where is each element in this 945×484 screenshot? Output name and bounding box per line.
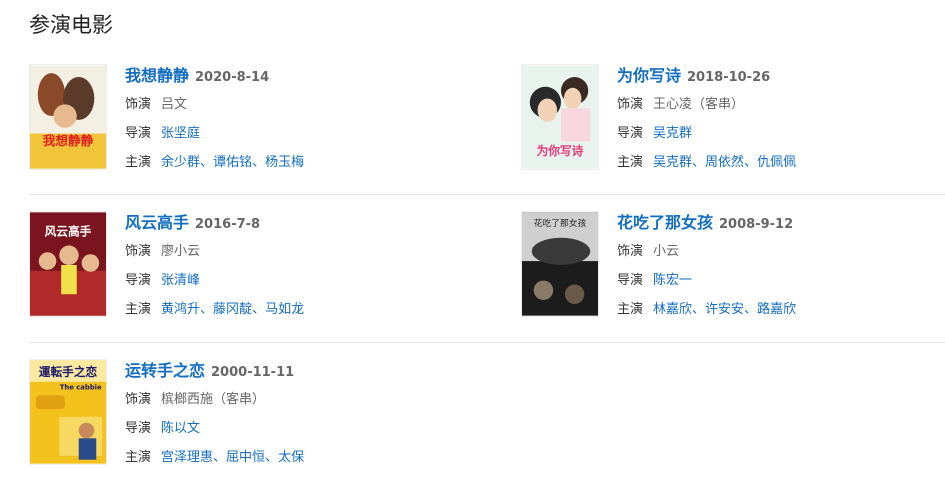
- movie-date: 2008-9-12: [719, 217, 794, 232]
- cast-label: 主演: [125, 450, 152, 465]
- movie-poster[interactable]: 運転手之恋 The cabbie: [29, 359, 107, 465]
- cast-link[interactable]: 周依然: [705, 155, 744, 170]
- director-label: 导演: [125, 273, 152, 288]
- role-label: 饰演: [617, 97, 644, 112]
- movie-poster[interactable]: 为你写诗: [521, 64, 599, 170]
- cast-link[interactable]: 太保: [278, 450, 304, 465]
- movie-date: 2000-11-11: [211, 365, 295, 380]
- director-link[interactable]: 吴克群: [653, 126, 692, 141]
- movie-poster[interactable]: 我想静静: [29, 64, 107, 170]
- role-value: 槟榔西施（客串）: [161, 392, 266, 407]
- movie-poster[interactable]: 风云高手: [29, 211, 107, 317]
- director-link[interactable]: 张清峰: [161, 273, 200, 288]
- movie-title-link[interactable]: 为你写诗: [617, 66, 681, 85]
- role-value: 小云: [653, 244, 680, 259]
- poster-image: 风云高手: [30, 212, 106, 316]
- cast-label: 主演: [125, 302, 152, 317]
- cast-label: 主演: [617, 302, 644, 317]
- movie-title-link[interactable]: 风云高手: [125, 213, 189, 232]
- role-label: 饰演: [617, 244, 644, 259]
- cast-link[interactable]: 屈中恒: [226, 450, 265, 465]
- role-label: 饰演: [125, 244, 152, 259]
- poster-text: 運転手之恋: [39, 365, 98, 379]
- poster-text: 花吃了那女孩: [534, 217, 587, 229]
- cast-link[interactable]: 宫泽理惠: [161, 450, 213, 465]
- cast-link[interactable]: 谭佑铭: [213, 155, 252, 170]
- poster-image: 为你写诗: [522, 65, 598, 169]
- section-title: 参演电影: [29, 13, 113, 37]
- director-label: 导演: [125, 421, 152, 436]
- movie-item: 我想静静 我想静静 2020-8-14 饰演 吕文 导演 张坚庭 主演 余少群、谭佑铭、…: [29, 64, 429, 170]
- movie-item: 花吃了那女孩 花吃了那女孩 2008-9-12 饰演 小云 导演 陈宏一 主演 林嘉欣、…: [521, 211, 921, 317]
- poster-image: 我想静静: [30, 65, 106, 169]
- cast-link[interactable]: 吴克群: [653, 155, 692, 170]
- role-value: 廖小云: [161, 244, 201, 259]
- director-label: 导演: [617, 273, 644, 288]
- role-value: 吕文: [161, 97, 188, 112]
- movie-title-link[interactable]: 运转手之恋: [125, 361, 205, 380]
- director-link[interactable]: 张坚庭: [161, 126, 200, 141]
- role-label: 饰演: [125, 392, 152, 407]
- cast-link[interactable]: 马如龙: [265, 302, 304, 317]
- cast-label: 主演: [617, 155, 644, 170]
- poster-subtext: The cabbie: [60, 384, 102, 392]
- cast-link[interactable]: 仇佩佩: [757, 155, 796, 170]
- movie-item: 风云高手 风云高手 2016-7-8 饰演 廖小云 导演 张清峰 主演 黄鸿升、藤冈靛、…: [29, 211, 429, 317]
- poster-text: 为你写诗: [537, 144, 584, 158]
- cast-label: 主演: [125, 155, 152, 170]
- movie-date: 2016-7-8: [195, 217, 261, 232]
- movie-title-link[interactable]: 我想静静: [125, 66, 189, 85]
- cast-link[interactable]: 路嘉欣: [757, 302, 796, 317]
- movie-item: 为你写诗 为你写诗 2018-10-26 饰演 王心凌（客串） 导演 吴克群 主演 吴克…: [521, 64, 921, 170]
- movie-date: 2020-8-14: [195, 70, 270, 85]
- divider: [29, 194, 945, 195]
- cast-link[interactable]: 藤冈靛: [213, 302, 252, 317]
- divider: [29, 342, 945, 343]
- cast-link[interactable]: 黄鸿升: [161, 302, 200, 317]
- role-value: 王心凌（客串）: [653, 97, 745, 112]
- director-label: 导演: [125, 126, 152, 141]
- cast-link[interactable]: 杨玉梅: [265, 155, 304, 170]
- cast-link[interactable]: 许安安: [705, 302, 744, 317]
- director-label: 导演: [617, 126, 644, 141]
- movie-date: 2018-10-26: [687, 70, 771, 85]
- director-link[interactable]: 陈宏一: [653, 273, 692, 288]
- poster-text: 风云高手: [45, 225, 92, 239]
- role-label: 饰演: [125, 97, 152, 112]
- movie-title-link[interactable]: 花吃了那女孩: [617, 213, 713, 232]
- director-link[interactable]: 陈以文: [161, 421, 200, 436]
- movie-item: 運転手之恋 The cabbie 运转手之恋 2000-11-11 饰演 槟榔西施（…: [29, 359, 429, 465]
- cast-link[interactable]: 林嘉欣: [653, 302, 692, 317]
- cast-link[interactable]: 余少群: [161, 155, 200, 170]
- movie-poster[interactable]: 花吃了那女孩: [521, 211, 599, 317]
- poster-text: 我想静静: [43, 133, 94, 148]
- poster-image: 花吃了那女孩: [522, 212, 598, 316]
- poster-image: 運転手之恋 The cabbie: [30, 360, 106, 464]
